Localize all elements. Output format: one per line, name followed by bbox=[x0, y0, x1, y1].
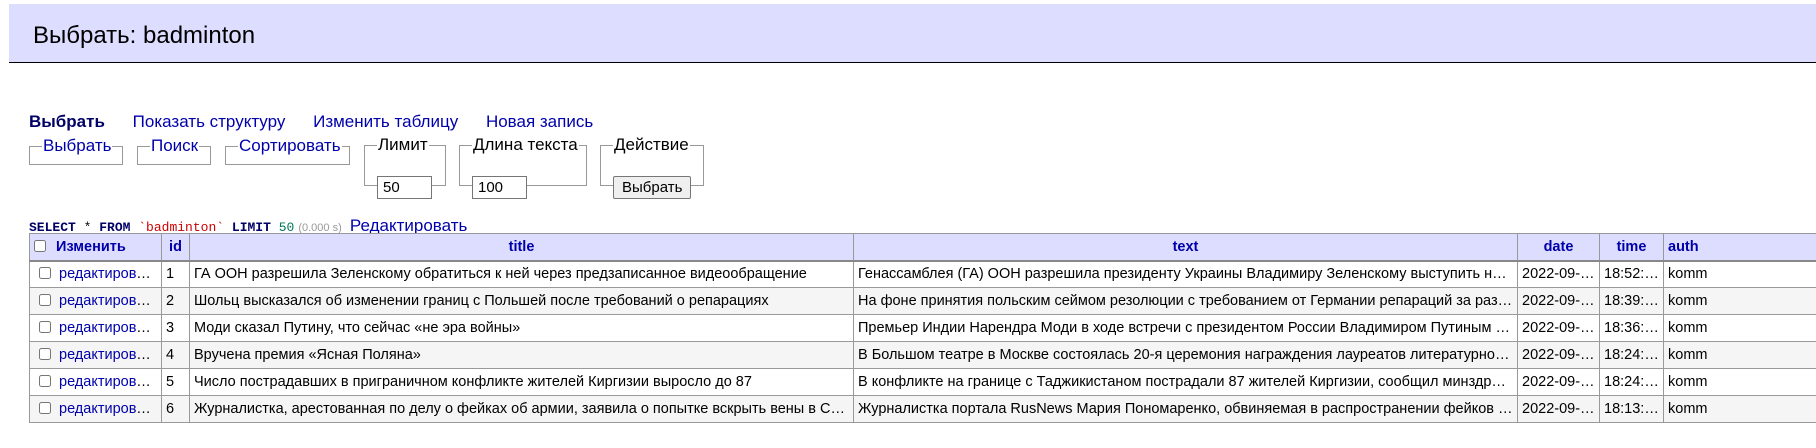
row-edit-link[interactable]: редактировать bbox=[59, 320, 158, 336]
cell-id: 5 bbox=[161, 368, 190, 396]
cell-date: 2022-09-16 bbox=[1517, 395, 1600, 423]
cell-id: 4 bbox=[161, 341, 190, 369]
cell-title: Число пострадавших в приграничном конфли… bbox=[189, 368, 854, 396]
show-structure-link[interactable]: Показать структуру bbox=[133, 112, 286, 131]
row-select-cell: редактировать bbox=[29, 260, 162, 288]
row-select-cell: редактировать bbox=[29, 341, 162, 369]
cell-author: komm bbox=[1663, 287, 1816, 315]
author-column-header[interactable]: auth bbox=[1663, 233, 1816, 262]
cell-text: В конфликте на границе с Таджикистаном п… bbox=[853, 368, 1518, 396]
new-item-link[interactable]: Новая запись bbox=[486, 112, 593, 131]
cell-author: komm bbox=[1663, 368, 1816, 396]
action-legend: Действие bbox=[614, 135, 689, 154]
table-row: редактировать 6 Журналистка, арестованная … bbox=[29, 395, 1816, 423]
table-row: редактировать 4 Вручена премия «Ясная Поля… bbox=[29, 341, 1816, 369]
cell-author: komm bbox=[1663, 314, 1816, 342]
cell-time: 18:36:00 bbox=[1599, 314, 1664, 342]
text-column-header[interactable]: text bbox=[853, 233, 1518, 262]
cell-title: ГА ООН разрешила Зеленскому обратиться к… bbox=[189, 260, 854, 288]
table-row: редактировать 2 Шольц высказался об измене… bbox=[29, 287, 1816, 315]
table-row: редактировать 1 ГА ООН разрешила Зеленском… bbox=[29, 260, 1816, 288]
cell-id: 1 bbox=[161, 260, 190, 288]
page-title: Выбрать: badminton bbox=[33, 22, 256, 49]
cell-date: 2022-09-16 bbox=[1517, 314, 1600, 342]
cell-id: 2 bbox=[161, 287, 190, 315]
row-select-cell: редактировать bbox=[29, 368, 162, 396]
text-length-input[interactable] bbox=[472, 176, 527, 199]
cell-time: 18:24:00 bbox=[1599, 341, 1664, 369]
cell-time: 18:52:00 bbox=[1599, 260, 1664, 288]
row-checkbox[interactable] bbox=[39, 375, 51, 387]
search-toggle[interactable]: Поиск bbox=[151, 136, 198, 155]
cell-text: В Большом театре в Москве состоялась 20-… bbox=[853, 341, 1518, 369]
row-edit-link[interactable]: редактировать bbox=[59, 293, 158, 309]
alter-table-link[interactable]: Изменить таблицу bbox=[313, 112, 458, 131]
cell-id: 6 bbox=[161, 395, 190, 423]
cell-title: Вручена премия «Ясная Поляна» bbox=[189, 341, 854, 369]
date-column-header[interactable]: date bbox=[1517, 233, 1600, 262]
data-table: Изменить id title text date time auth ре… bbox=[29, 233, 1816, 423]
title-column-header[interactable]: title bbox=[189, 233, 854, 262]
table-header-row: Изменить id title text date time auth bbox=[29, 233, 1816, 262]
row-select-cell: редактировать bbox=[29, 314, 162, 342]
cell-time: 18:24:00 bbox=[1599, 368, 1664, 396]
cell-title: Шольц высказался об изменении границ с П… bbox=[189, 287, 854, 315]
time-column-header[interactable]: time bbox=[1599, 233, 1664, 262]
cell-time: 18:13:00 bbox=[1599, 395, 1664, 423]
cell-date: 2022-09-16 bbox=[1517, 341, 1600, 369]
sort-fieldset: Сортировать bbox=[225, 136, 350, 165]
table-row: редактировать 3 Моди сказал Путину, что се… bbox=[29, 314, 1816, 342]
row-edit-link[interactable]: редактировать bbox=[59, 347, 158, 363]
cell-author: komm bbox=[1663, 395, 1816, 423]
table-row: редактировать 5 Число пострадавших в пригр… bbox=[29, 368, 1816, 396]
page-header: Выбрать: badminton bbox=[9, 4, 1816, 63]
action-fieldset: Действие Выбрать bbox=[600, 135, 704, 199]
limit-legend: Лимит bbox=[378, 135, 428, 154]
limit-input[interactable] bbox=[377, 176, 432, 199]
cell-title: Моди сказал Путину, что сейчас «не эра в… bbox=[189, 314, 854, 342]
row-checkbox[interactable] bbox=[39, 321, 51, 333]
edit-column-header: Изменить bbox=[29, 233, 162, 262]
row-checkbox[interactable] bbox=[39, 402, 51, 414]
cell-id: 3 bbox=[161, 314, 190, 342]
row-edit-link[interactable]: редактировать bbox=[59, 374, 158, 390]
limit-fieldset: Лимит bbox=[364, 135, 446, 199]
search-fieldset: Поиск bbox=[137, 136, 211, 165]
row-edit-link[interactable]: редактировать bbox=[59, 266, 158, 282]
cell-title: Журналистка, арестованная по делу о фейк… bbox=[189, 395, 854, 423]
sort-toggle[interactable]: Сортировать bbox=[239, 136, 341, 155]
text-length-fieldset: Длина текста bbox=[459, 135, 587, 199]
cell-date: 2022-09-16 bbox=[1517, 260, 1600, 288]
row-select-cell: редактировать bbox=[29, 287, 162, 315]
edit-column-link[interactable]: Изменить bbox=[56, 239, 126, 255]
row-select-cell: редактировать bbox=[29, 395, 162, 423]
cell-text: Генассамблея (ГА) ООН разрешила президен… bbox=[853, 260, 1518, 288]
table-links: Выбрать Показать структуру Изменить табл… bbox=[29, 112, 616, 132]
cell-time: 18:39:00 bbox=[1599, 287, 1664, 315]
text-length-legend: Длина текста bbox=[473, 135, 578, 154]
cell-date: 2022-09-16 bbox=[1517, 368, 1600, 396]
select-all-checkbox[interactable] bbox=[34, 239, 46, 252]
cell-text: Премьер Индии Нарендра Моди в ходе встре… bbox=[853, 314, 1518, 342]
select-link[interactable]: Выбрать bbox=[29, 112, 105, 131]
row-checkbox[interactable] bbox=[39, 294, 51, 306]
id-column-header[interactable]: id bbox=[161, 233, 190, 262]
cell-text: На фоне принятия польским сеймом резолюц… bbox=[853, 287, 1518, 315]
select-submit-button[interactable]: Выбрать bbox=[613, 176, 692, 199]
cell-author: komm bbox=[1663, 260, 1816, 288]
cell-date: 2022-09-16 bbox=[1517, 287, 1600, 315]
select-columns-toggle[interactable]: Выбрать bbox=[43, 136, 111, 155]
select-columns-fieldset: Выбрать bbox=[29, 136, 123, 165]
cell-author: komm bbox=[1663, 341, 1816, 369]
cell-text: Журналистка портала RusNews Мария Понома… bbox=[853, 395, 1518, 423]
row-checkbox[interactable] bbox=[39, 267, 51, 280]
row-edit-link[interactable]: редактировать bbox=[59, 401, 158, 417]
row-checkbox[interactable] bbox=[39, 348, 51, 360]
